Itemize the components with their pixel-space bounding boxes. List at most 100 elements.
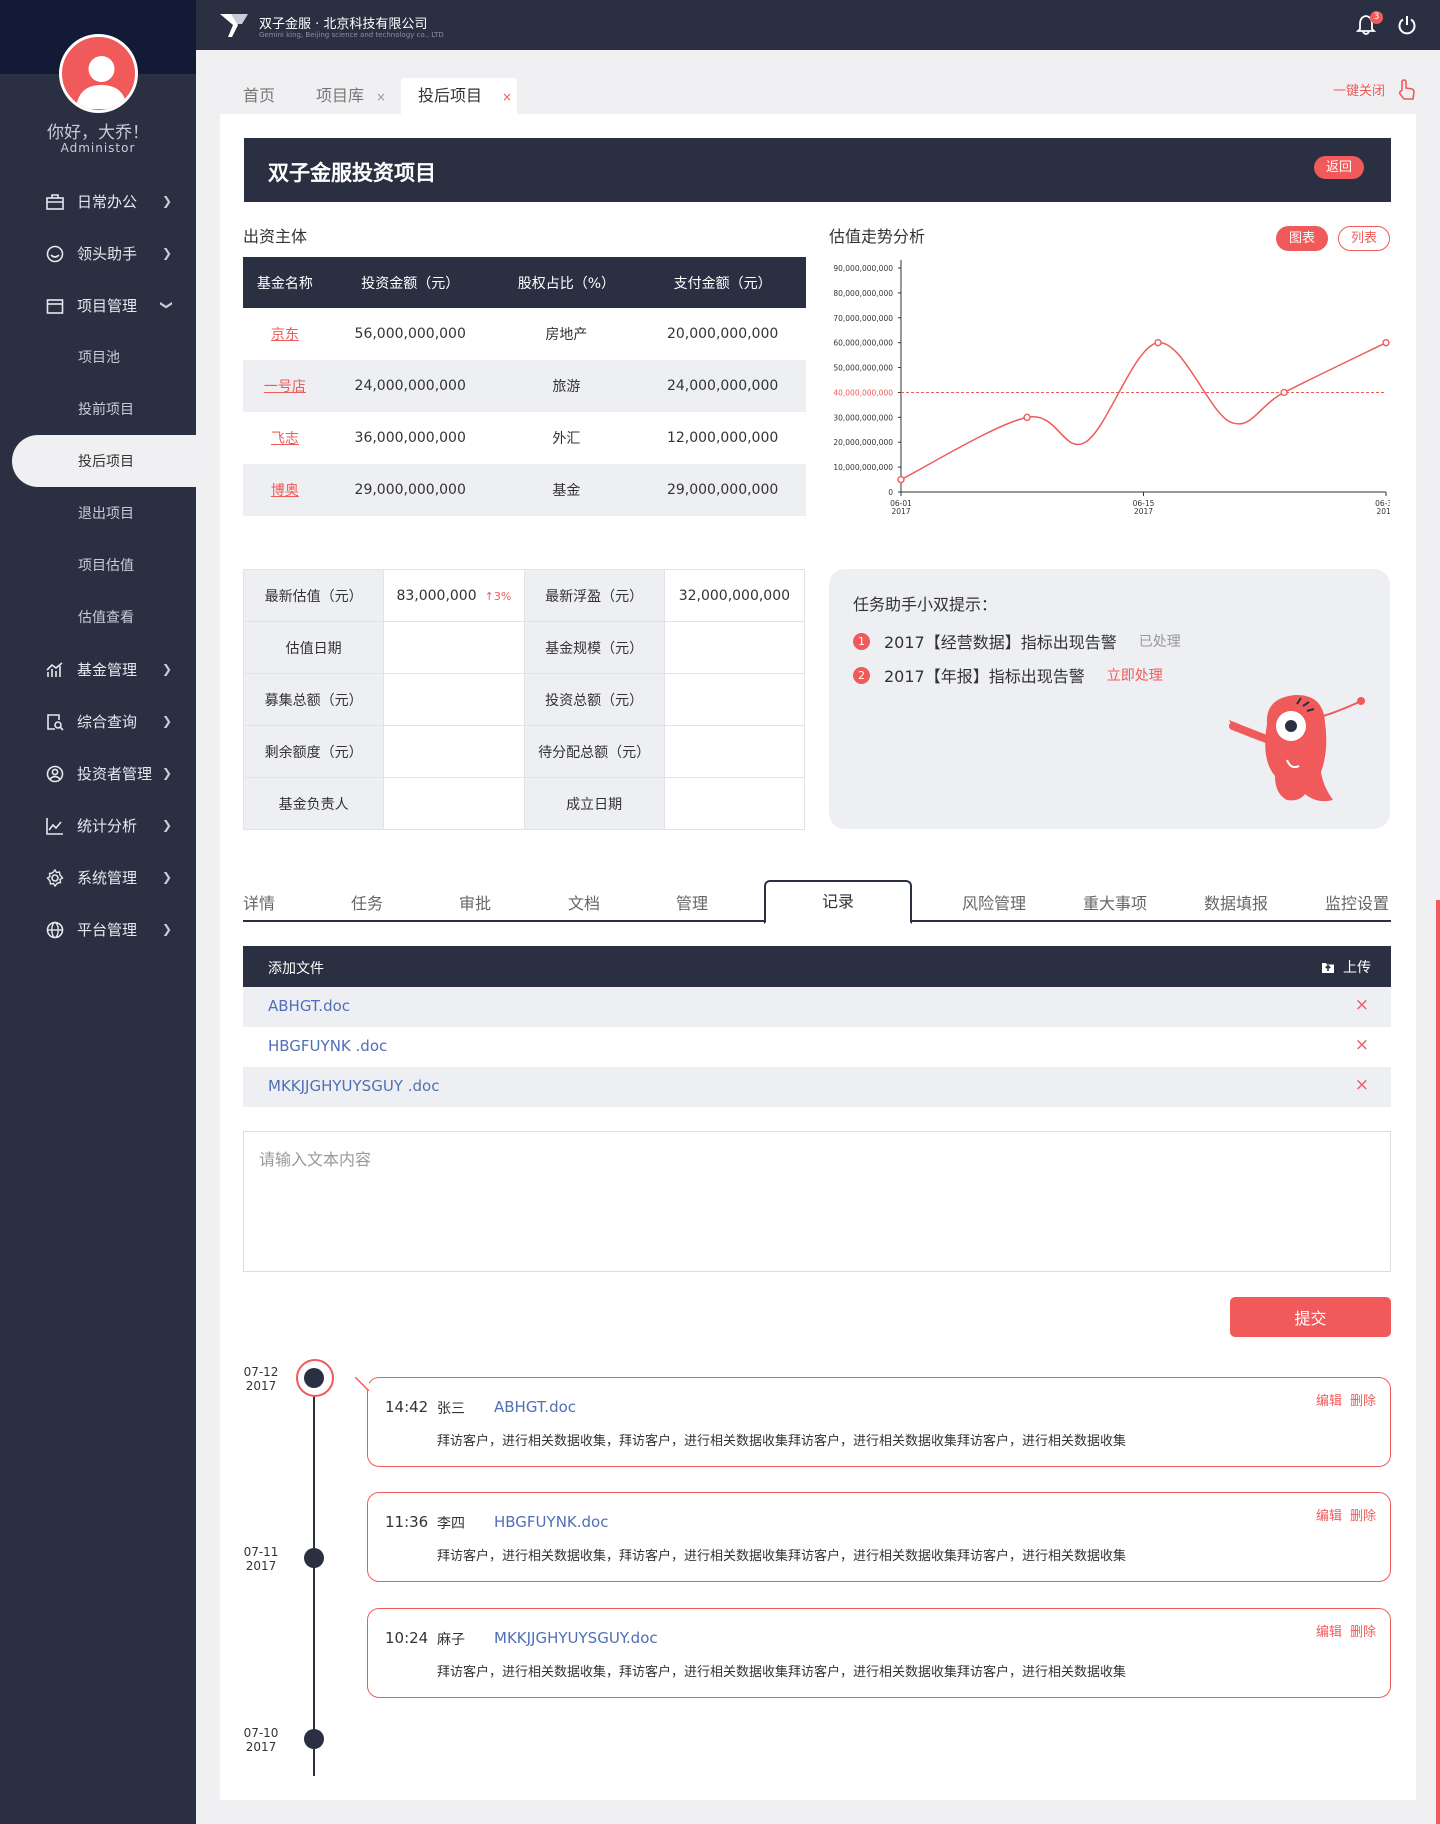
- list-view-button[interactable]: 列表: [1338, 226, 1390, 251]
- upload-button[interactable]: 上传: [1321, 957, 1371, 977]
- tab-data-reporting[interactable]: 数据填报: [1204, 890, 1268, 914]
- sidebar-item-statistics[interactable]: 统计分析 ❯: [0, 799, 196, 851]
- tip-item: 1 2017【经营数据】指标出现告警 已处理: [853, 629, 1181, 653]
- delete-link[interactable]: 删除: [1350, 1625, 1376, 1640]
- record-file-link[interactable]: MKKJJGHYUYSGUY.doc: [494, 1629, 658, 1647]
- sidebar-item-label: 系统管理: [77, 868, 138, 887]
- sidebar-item-daily-office[interactable]: 日常办公 ❯: [0, 175, 196, 227]
- tab-project-library[interactable]: 项目库 ×: [316, 78, 392, 114]
- y-tick-label: 20,000,000,000: [833, 438, 893, 447]
- file-list-header: 添加文件 上传: [243, 946, 1391, 987]
- timeline-dot: [304, 1729, 324, 1749]
- y-tick-label: 60,000,000,000: [833, 339, 893, 348]
- delete-link[interactable]: 删除: [1350, 1509, 1376, 1524]
- file-name-link[interactable]: MKKJJGHYUYSGUY .doc: [268, 1077, 439, 1095]
- sidebar-item-label: 领头助手: [77, 244, 138, 263]
- delete-link[interactable]: 删除: [1350, 1394, 1376, 1409]
- upload-label: 上传: [1343, 960, 1371, 976]
- remove-file-icon[interactable]: ×: [1355, 1075, 1369, 1095]
- avatar[interactable]: [59, 34, 138, 113]
- tab-records[interactable]: 记录: [764, 880, 912, 924]
- tab-approval[interactable]: 审批: [459, 890, 491, 914]
- sidebar-item-label: 基金管理: [77, 660, 138, 679]
- greeting: 你好，大乔！: [47, 123, 149, 143]
- tab-close-icon[interactable]: ×: [376, 90, 386, 104]
- record-author: 张三: [437, 1401, 465, 1417]
- fund-link[interactable]: 博奥: [271, 483, 299, 499]
- sidebar-item-fund-management[interactable]: 基金管理 ❯: [0, 643, 196, 695]
- table-cell: 12,000,000,000: [666, 430, 779, 446]
- sidebar-item-project-management[interactable]: 项目管理 ❯: [0, 279, 196, 331]
- remove-file-icon[interactable]: ×: [1355, 995, 1369, 1015]
- fund-link[interactable]: 一号店: [264, 379, 306, 395]
- line-chart-icon: [46, 818, 63, 835]
- x-tick-year: 2017: [1376, 507, 1390, 516]
- sidebar-item-system-management[interactable]: 系统管理 ❯: [0, 851, 196, 903]
- record-time: 10:24: [385, 1629, 429, 1647]
- tab-post-investment[interactable]: 投后项目 ×: [401, 78, 517, 114]
- sidebar-item-assistant[interactable]: 领头助手 ❯: [0, 227, 196, 279]
- note-textarea[interactable]: [243, 1131, 1391, 1272]
- edit-link[interactable]: 编辑: [1316, 1509, 1342, 1524]
- y-tick-label: 40,000,000,000: [833, 388, 893, 397]
- timeline-record-card: 14:42 张三 ABHGT.doc 拜访客户，进行相关数据收集，拜访客户，进行…: [355, 1377, 1391, 1467]
- fund-chart-icon: [46, 662, 63, 677]
- sidebar-sub-valuation-view[interactable]: 估值查看: [0, 591, 196, 643]
- sidebar-item-label: 投资者管理: [77, 764, 153, 783]
- fund-link[interactable]: 京东: [271, 327, 299, 343]
- tip-action-link[interactable]: 立即处理: [1107, 665, 1163, 685]
- tab-details[interactable]: 详情: [243, 890, 275, 914]
- file-name-link[interactable]: HBGFUYNK .doc: [268, 1037, 387, 1055]
- top-bar: 双子金服 · 北京科技有限公司 Gemini king, Beijing sci…: [196, 0, 1440, 50]
- tab-major-events[interactable]: 重大事项: [1083, 890, 1147, 914]
- tab-management[interactable]: 管理: [676, 890, 708, 914]
- chevron-right-icon: ❯: [161, 818, 172, 832]
- task-assistant-title: 任务助手小双提示：: [853, 595, 998, 614]
- fund-link[interactable]: 飞志: [271, 431, 299, 447]
- tab-label: 项目库: [316, 86, 365, 105]
- edit-link[interactable]: 编辑: [1316, 1394, 1342, 1409]
- hand-pointer-icon[interactable]: [1396, 79, 1416, 101]
- tab-close-icon[interactable]: ×: [502, 90, 512, 104]
- record-file-link[interactable]: ABHGT.doc: [494, 1398, 576, 1416]
- submit-button[interactable]: 提交: [1230, 1297, 1391, 1337]
- remove-file-icon[interactable]: ×: [1355, 1035, 1369, 1055]
- tab-risk-management[interactable]: 风险管理: [962, 890, 1026, 914]
- scrollbar-indicator[interactable]: [1436, 900, 1440, 1824]
- sidebar-sub-pre-investment[interactable]: 投前项目: [0, 383, 196, 435]
- funding-section-title: 出资主体: [243, 227, 308, 246]
- sidebar-sub-project-valuation[interactable]: 项目估值: [0, 539, 196, 591]
- sidebar-item-platform-management[interactable]: 平台管理 ❯: [0, 903, 196, 955]
- series-line: [900, 341, 1387, 481]
- tab-label: 投后项目: [418, 86, 483, 105]
- valuation-trend-chart: 0 10,000,000,000 20,000,000,000 30,000,000,…: [833, 260, 1390, 516]
- sidebar-item-investor-management[interactable]: 投资者管理 ❯: [0, 747, 196, 799]
- edit-link[interactable]: 编辑: [1316, 1625, 1342, 1640]
- data-point: [1023, 413, 1031, 422]
- chevron-right-icon: ❯: [161, 194, 172, 208]
- power-icon[interactable]: [1397, 15, 1417, 35]
- sidebar-sub-exit-projects[interactable]: 退出项目: [0, 487, 196, 539]
- file-name-link[interactable]: ABHGT.doc: [268, 997, 350, 1015]
- sidebar-item-query[interactable]: 综合查询 ❯: [0, 695, 196, 747]
- x-tick-year: 2017: [1134, 507, 1153, 516]
- sidebar-sub-post-investment[interactable]: 投后项目: [12, 435, 196, 487]
- chart-view-button[interactable]: 图表: [1276, 226, 1328, 251]
- field-value: [663, 725, 806, 778]
- record-actions: 编辑 删除: [1308, 1505, 1376, 1524]
- tab-documents[interactable]: 文档: [568, 890, 600, 914]
- table-row: 募集总额（元） 投资总额（元）: [242, 673, 806, 726]
- back-button[interactable]: 返回: [1314, 156, 1364, 179]
- growth-indicator: ↑3%: [484, 589, 512, 603]
- field-label: 基金负责人: [242, 777, 385, 830]
- field-value: 32,000,000,000: [663, 569, 806, 622]
- close-all-button[interactable]: 一键关闭: [1333, 80, 1385, 99]
- sidebar-sub-project-pool[interactable]: 项目池: [0, 331, 196, 383]
- tab-tasks[interactable]: 任务: [351, 890, 383, 914]
- column-header: 基金名称: [243, 257, 327, 308]
- card-pointer: [355, 1377, 369, 1391]
- table-cell: 20,000,000,000: [666, 326, 779, 342]
- tab-home[interactable]: 首页: [243, 78, 283, 114]
- tab-monitor-settings[interactable]: 监控设置: [1325, 890, 1389, 914]
- record-file-link[interactable]: HBGFUYNK.doc: [494, 1513, 608, 1531]
